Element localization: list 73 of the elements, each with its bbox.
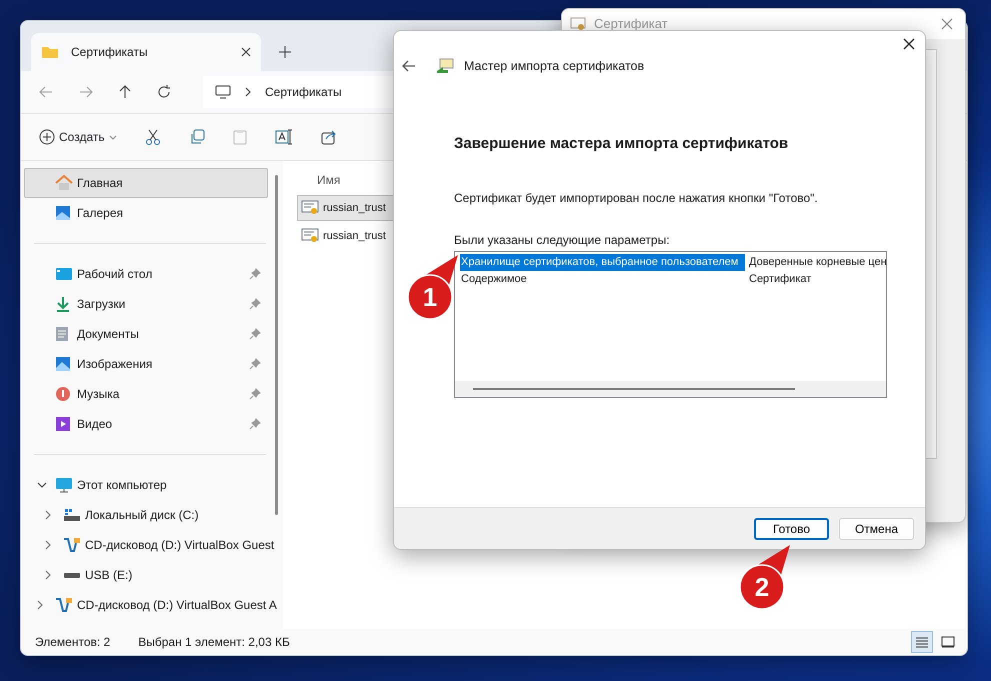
drive-icon (63, 508, 81, 522)
sidebar-item[interactable]: Загрузки (24, 289, 268, 319)
sidebar-item[interactable]: Галерея (24, 198, 268, 228)
parameter-name[interactable]: Содержимое (460, 271, 745, 288)
chevron-icon (245, 87, 251, 97)
sidebar-item[interactable]: Рабочий стол (24, 259, 268, 289)
plus-circle-icon (39, 129, 55, 145)
details-view-button[interactable] (911, 631, 933, 653)
monitor-icon[interactable] (215, 85, 231, 99)
window-icon (941, 636, 955, 648)
cancel-button[interactable]: Отмена (839, 518, 914, 540)
sidebar-item[interactable]: Видео (24, 409, 268, 439)
sidebar-item[interactable]: CD-дисковод (D:) VirtualBox Guest (24, 530, 276, 560)
plus-icon[interactable] (279, 46, 291, 58)
gallery-icon (55, 205, 73, 221)
chevron-down-icon[interactable] (37, 482, 47, 488)
certificate-icon (301, 228, 319, 244)
scrollbar-thumb[interactable] (275, 175, 278, 515)
list-label: Были указаны следующие параметры: (454, 232, 671, 249)
parameter-name[interactable]: Хранилище сертификатов, выбранное пользователем (460, 254, 745, 271)
refresh-icon[interactable] (157, 85, 171, 99)
message-text: Сертификат будет импортирован после нажатия кнопки "Готово". (454, 190, 819, 207)
pin-icon (249, 418, 261, 430)
folder-icon (41, 45, 59, 59)
page-heading: Завершение мастера импорта сертификатов (454, 135, 790, 153)
drive-icon (63, 571, 81, 579)
tab[interactable]: Сертификаты (31, 33, 261, 71)
certificate-icon (301, 200, 319, 216)
pin-icon (249, 298, 261, 310)
window-title: Сертификат (594, 15, 669, 34)
close-icon[interactable] (241, 47, 251, 57)
scissors-icon[interactable] (144, 129, 161, 145)
picture-icon (55, 356, 73, 372)
create-button[interactable]: Создать (39, 128, 117, 146)
sidebar-item[interactable]: Музыка (24, 379, 268, 409)
parameter-list[interactable]: Хранилище сертификатов, выбранное пользователем Доверенные корневые цен Содержимое Сертификат (454, 251, 887, 398)
up-arrow-icon[interactable] (119, 85, 131, 99)
status-text: Элементов: 2 (35, 634, 110, 651)
video-icon (55, 416, 73, 432)
sidebar-item[interactable]: USB (E:) (24, 560, 268, 590)
house-icon (55, 175, 73, 191)
disc-drive-icon (55, 597, 73, 613)
parameter-value: Доверенные корневые цен (748, 255, 886, 270)
tab-title: Сертификаты (71, 44, 149, 61)
caret-icon (108, 134, 117, 140)
disc-drive-icon (63, 537, 81, 553)
sidebar-item[interactable]: Документы (24, 319, 268, 349)
pin-icon (249, 328, 261, 340)
monitor-icon (55, 477, 73, 493)
sidebar-item[interactable]: CD-дисковод (D:) VirtualBox Guest A (24, 590, 278, 620)
scrollbar-thumb[interactable] (473, 388, 795, 390)
pin-icon (249, 268, 261, 280)
pin-icon (249, 358, 261, 370)
status-text: Выбран 1 элемент: 2,03 КБ (138, 634, 291, 651)
finish-button[interactable]: Готово (754, 518, 829, 540)
clipboard-icon[interactable] (232, 129, 247, 145)
breadcrumb-item[interactable]: Сертификаты (265, 83, 342, 101)
sidebar-item[interactable]: Изображения (24, 349, 268, 379)
list-icon (915, 636, 929, 648)
forward-arrow-icon[interactable] (79, 86, 93, 98)
back-arrow-icon[interactable] (402, 60, 416, 72)
close-icon[interactable] (903, 38, 915, 50)
sidebar-item[interactable]: Главная (24, 168, 268, 198)
sidebar-item[interactable]: Этот компьютер (24, 470, 268, 500)
sidebar-item[interactable]: Локальный диск (C:) (24, 500, 268, 530)
share-icon[interactable] (320, 129, 337, 145)
pin-icon (249, 388, 261, 400)
rename-icon[interactable] (274, 129, 293, 145)
parameter-value: Сертификат (748, 272, 812, 288)
copy-icon[interactable] (188, 129, 205, 145)
desktop-icon (55, 267, 73, 281)
file-item[interactable]: russian_trust (297, 223, 417, 249)
dialog-title: Мастер импорта сертификатов (464, 58, 644, 75)
